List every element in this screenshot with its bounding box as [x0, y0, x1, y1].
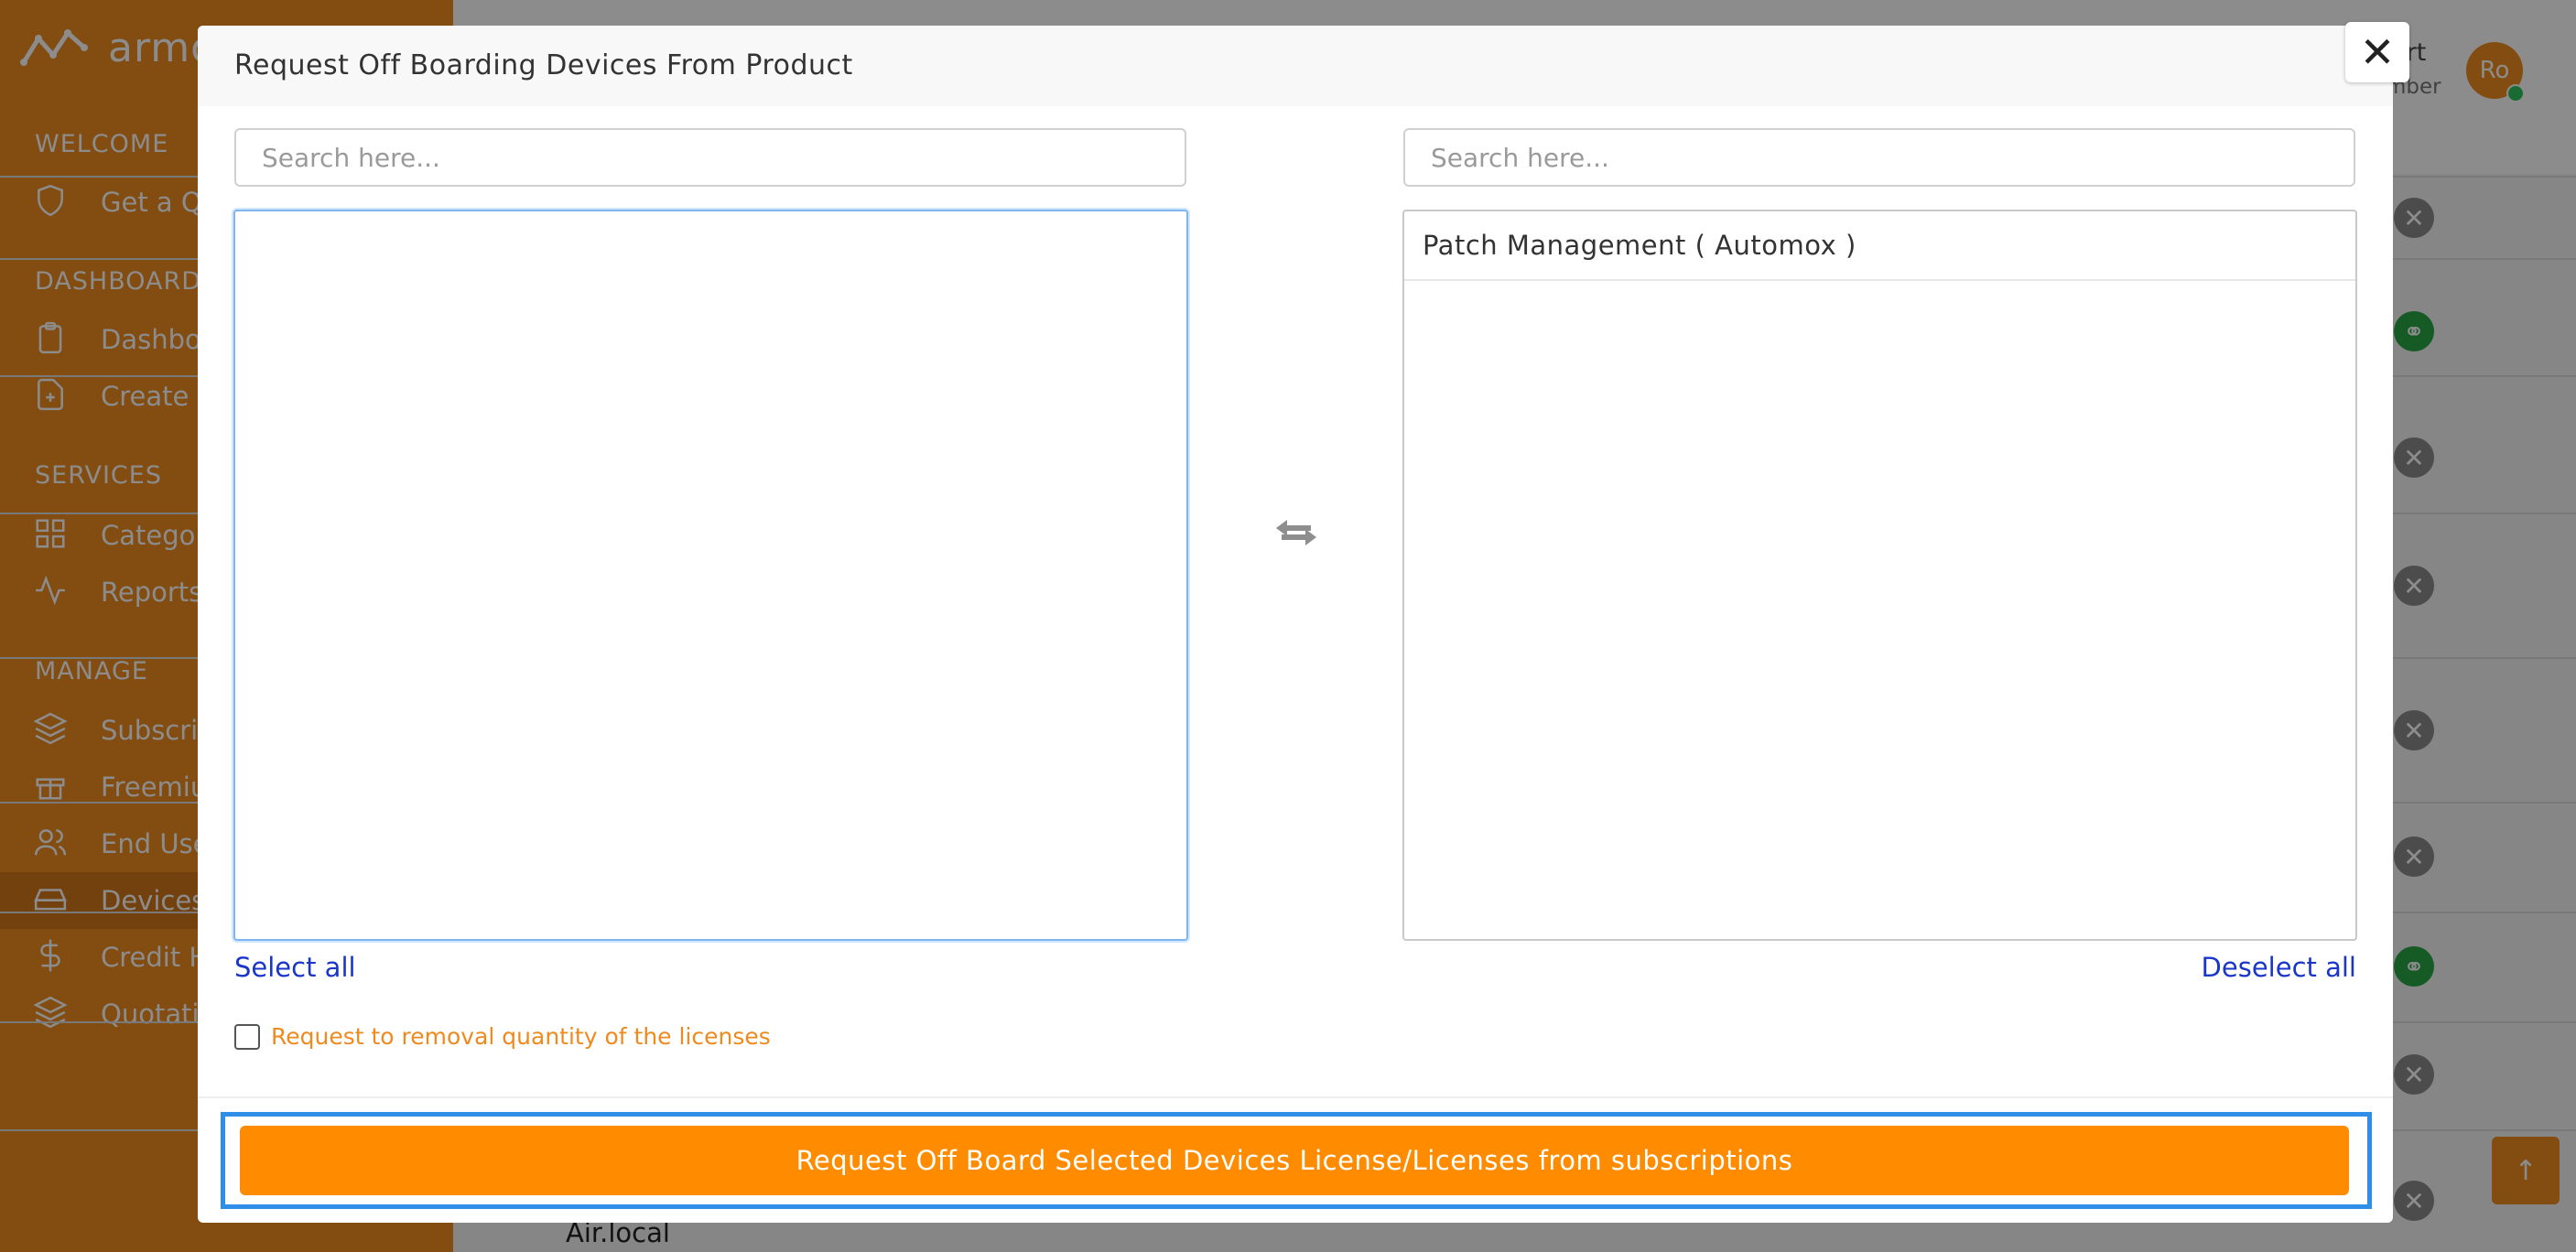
removal-quantity-label: Request to removal quantity of the licen…: [271, 1023, 771, 1050]
select-all-link[interactable]: Select all: [234, 952, 356, 983]
close-icon: ✕: [2359, 27, 2396, 77]
selected-devices-list[interactable]: Patch Management ( Automox ): [1402, 210, 2357, 941]
request-offboard-button[interactable]: Request Off Board Selected Devices Licen…: [240, 1126, 2349, 1195]
removal-quantity-option[interactable]: Request to removal quantity of the licen…: [234, 1023, 771, 1050]
available-devices-list[interactable]: [233, 210, 1188, 941]
modal-header: Request Off Boarding Devices From Produc…: [198, 26, 2393, 106]
transfer-arrows-icon: [1276, 520, 1316, 545]
modal-title: Request Off Boarding Devices From Produc…: [234, 49, 853, 81]
removal-quantity-checkbox[interactable]: [234, 1023, 260, 1050]
deselect-all-link[interactable]: Deselect all: [2202, 952, 2356, 983]
right-search-input[interactable]: [1403, 128, 2355, 187]
close-button[interactable]: ✕: [2345, 22, 2409, 82]
list-item[interactable]: Patch Management ( Automox ): [1404, 211, 2355, 281]
left-search-input[interactable]: [234, 128, 1186, 187]
modal-footer-divider: [198, 1096, 2393, 1098]
offboard-modal: Request Off Boarding Devices From Produc…: [198, 22, 2409, 1223]
